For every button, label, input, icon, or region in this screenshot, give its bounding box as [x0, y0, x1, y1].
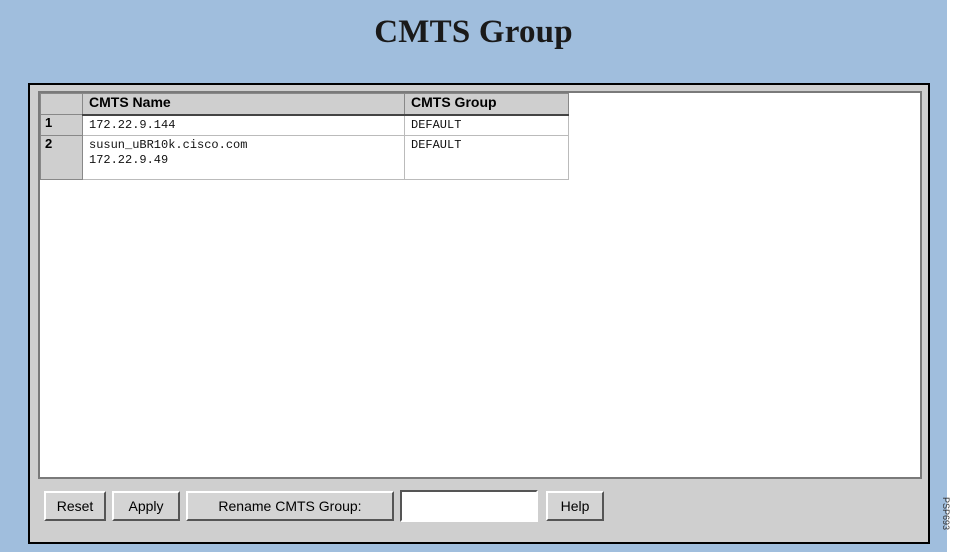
cmts-name-line: 172.22.9.144 [89, 117, 176, 132]
page-title: CMTS Group [374, 14, 573, 50]
column-header-cmts-name[interactable]: CMTS Name [82, 93, 405, 116]
cmts-name-line: susun_uBR10k.cisco.com [89, 138, 248, 152]
reset-button[interactable]: Reset [44, 491, 106, 521]
help-button[interactable]: Help [546, 491, 604, 521]
page-background: CMTS Group CMTS Name CMTS Group 1 172.22… [0, 0, 947, 552]
column-header-cmts-group[interactable]: CMTS Group [404, 93, 569, 116]
rename-cmts-group-button[interactable]: Rename CMTS Group: [186, 491, 394, 521]
cmts-group-panel: CMTS Name CMTS Group 1 172.22.9.144 DEFA… [28, 83, 930, 544]
cmts-name-line: 172.22.9.49 [89, 153, 169, 167]
cmts-name-cell[interactable]: susun_uBR10k.cisco.com 172.22.9.49 [82, 135, 405, 180]
cmts-table: CMTS Name CMTS Group 1 172.22.9.144 DEFA… [40, 93, 569, 180]
table-row[interactable]: 2 susun_uBR10k.cisco.com 172.22.9.49 DEF… [40, 135, 569, 180]
row-number[interactable]: 2 [40, 135, 83, 180]
row-number[interactable]: 1 [40, 114, 83, 136]
cmts-name-cell[interactable]: 172.22.9.144 [82, 114, 405, 136]
figure-id-label: PSP693 [941, 496, 951, 530]
apply-button[interactable]: Apply [112, 491, 180, 521]
table-header-row: CMTS Name CMTS Group [40, 93, 569, 116]
cmts-table-area[interactable]: CMTS Name CMTS Group 1 172.22.9.144 DEFA… [38, 91, 922, 479]
button-bar: Reset Apply Rename CMTS Group: Help [38, 483, 922, 523]
cmts-group-cell[interactable]: DEFAULT [404, 135, 569, 180]
rename-cmts-group-input[interactable] [400, 490, 538, 522]
cmts-group-cell[interactable]: DEFAULT [404, 114, 569, 136]
table-row[interactable]: 1 172.22.9.144 DEFAULT [40, 114, 569, 136]
table-corner-header [40, 93, 83, 115]
